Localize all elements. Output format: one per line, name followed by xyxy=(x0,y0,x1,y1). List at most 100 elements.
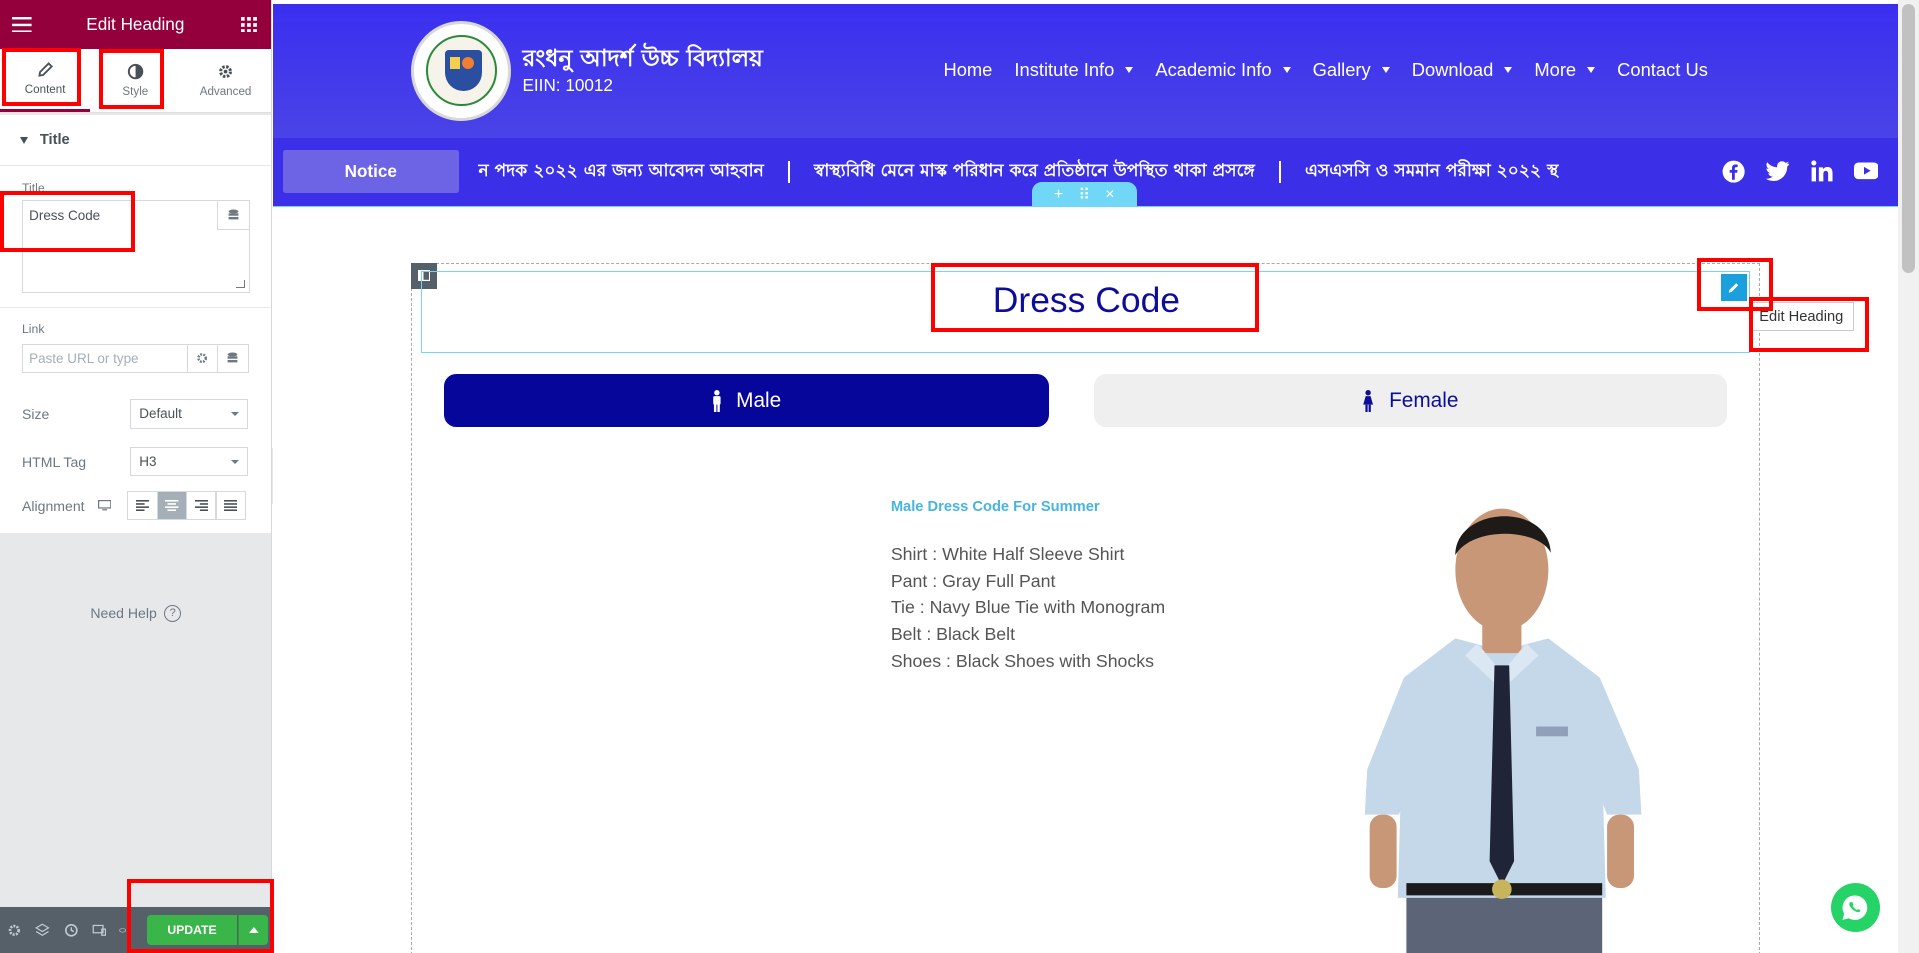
title-textarea[interactable]: Dress Code xyxy=(22,199,250,293)
section-title-label: Title xyxy=(39,132,70,149)
pencil-icon xyxy=(37,62,53,78)
link-row: Paste URL or type xyxy=(22,343,249,373)
scrollbar-thumb[interactable] xyxy=(1901,3,1916,273)
html-tag-select[interactable]: H3 xyxy=(129,447,249,477)
eiin-number: EIIN: 10012 xyxy=(522,74,613,95)
layers-icon[interactable] xyxy=(34,921,51,938)
desktop-responsive-icon[interactable] xyxy=(97,500,120,511)
panel-tabs: Content Style Advanced xyxy=(0,48,271,113)
nav-home[interactable]: Home xyxy=(943,59,992,81)
tab-male[interactable]: Male xyxy=(444,374,1049,427)
chevron-down-icon xyxy=(230,459,239,465)
editor-panel: Edit Heading Content Style Advanced Titl… xyxy=(0,0,272,953)
panel-title: Edit Heading xyxy=(86,13,185,34)
size-label: Size xyxy=(22,405,50,422)
size-select[interactable]: Default xyxy=(129,399,249,429)
update-button[interactable]: UPDATE xyxy=(146,915,238,945)
nav-download[interactable]: Download xyxy=(1412,59,1513,81)
drag-section-icon[interactable]: ⠿ xyxy=(1078,185,1090,205)
list-item: Shirt : White Half Sleeve Shirt xyxy=(890,543,1125,564)
dynamic-tags-icon[interactable] xyxy=(216,200,249,231)
size-select-value: Default xyxy=(139,406,182,422)
html-tag-row: HTML Tag H3 xyxy=(22,438,249,486)
tab-advanced[interactable]: Advanced xyxy=(180,49,270,112)
tab-male-label: Male xyxy=(736,388,782,412)
tab-content-label: Content xyxy=(24,83,66,97)
title-field-label: Title xyxy=(22,181,45,196)
nav-label: Download xyxy=(1411,58,1494,80)
align-justify-icon[interactable] xyxy=(215,491,246,521)
dress-code-subtitle: Male Dress Code For Summer xyxy=(890,499,1100,516)
tab-style[interactable]: Style xyxy=(90,49,180,112)
tab-female-label: Female xyxy=(1389,388,1459,412)
ticker-item[interactable]: স্বাস্থ্যবিধি মেনে মাস্ক পরিধান করে প্রত… xyxy=(814,158,1255,186)
update-options-caret-icon[interactable] xyxy=(238,915,268,945)
notice-button[interactable]: Notice xyxy=(282,150,459,194)
chevron-down-icon xyxy=(1125,66,1134,73)
site-preview: রংধনু আদর্শ উচ্চ বিদ্যালয় EIIN: 10012 H… xyxy=(272,3,1898,953)
list-item: Shoes : Black Shoes with Shocks xyxy=(890,651,1155,672)
hamburger-menu-icon[interactable] xyxy=(0,0,44,49)
list-item: Belt : Black Belt xyxy=(890,624,1016,645)
tab-female[interactable]: Female xyxy=(1093,374,1727,427)
school-name[interactable]: রংধনু আদর্শ উচ্চ বিদ্যালয় xyxy=(523,40,763,79)
tab-advanced-label: Advanced xyxy=(199,84,252,98)
panel-header: Edit Heading xyxy=(0,0,271,49)
settings-gear-icon[interactable] xyxy=(6,921,23,938)
nav-institute-info[interactable]: Institute Info xyxy=(1014,58,1134,81)
whatsapp-chat-icon[interactable] xyxy=(1830,883,1880,933)
align-right-icon[interactable] xyxy=(185,491,217,521)
edit-heading-pencil-icon[interactable] xyxy=(1720,273,1748,301)
panel-footer: UPDATE xyxy=(0,906,272,953)
nav-label: More xyxy=(1534,58,1577,80)
responsive-mode-icon[interactable] xyxy=(90,921,107,938)
section-toggle-title[interactable]: Title xyxy=(0,115,271,167)
link-input[interactable]: Paste URL or type xyxy=(22,343,188,373)
nav-label: Academic Info xyxy=(1155,58,1272,80)
logo-emblem xyxy=(425,35,497,107)
page-heading[interactable]: Dress Code xyxy=(422,272,1751,321)
delete-section-icon[interactable]: × xyxy=(1105,186,1114,204)
align-left-icon[interactable] xyxy=(127,491,158,521)
chevron-down-icon xyxy=(1282,66,1291,73)
html-tag-select-value: H3 xyxy=(139,454,157,470)
page-scrollbar[interactable] xyxy=(1897,0,1919,953)
page-content: Dress Code Edit Heading Male Female Male… xyxy=(272,205,1898,953)
ticker-item[interactable]: ন পদক ২০২২ এর জন্য আবেদন আহবান xyxy=(478,158,763,186)
nav-more[interactable]: More xyxy=(1534,58,1596,81)
align-center-icon[interactable] xyxy=(156,491,188,521)
history-icon[interactable] xyxy=(62,921,79,938)
nav-label: Home xyxy=(943,58,993,80)
heading-widget[interactable]: Dress Code xyxy=(420,271,1751,354)
half-circle-icon xyxy=(127,63,144,80)
nav-gallery[interactable]: Gallery xyxy=(1313,59,1390,81)
preview-eye-icon[interactable] xyxy=(118,921,126,938)
list-item: Pant : Gray Full Pant xyxy=(890,570,1056,591)
nav-label: Institute Info xyxy=(1014,58,1115,80)
nav-academic-info[interactable]: Academic Info xyxy=(1155,58,1291,81)
resize-grip-icon[interactable] xyxy=(236,279,245,289)
link-dynamic-tags-icon[interactable] xyxy=(218,343,249,373)
youtube-icon[interactable] xyxy=(1853,159,1879,183)
tab-content[interactable]: Content xyxy=(0,49,91,112)
chevron-down-icon xyxy=(1381,66,1390,73)
linkedin-icon[interactable] xyxy=(1810,159,1834,183)
female-icon xyxy=(1363,389,1374,412)
section-handle[interactable]: + ⠿ × xyxy=(1031,182,1137,207)
list-item: Tie : Navy Blue Tie with Monogram xyxy=(890,597,1166,618)
social-links xyxy=(1722,159,1879,183)
html-tag-label: HTML Tag xyxy=(22,453,87,470)
nav-contact-us[interactable]: Contact Us xyxy=(1617,59,1708,81)
widgets-grid-icon[interactable] xyxy=(227,0,271,49)
alignment-row: Alignment xyxy=(22,486,249,534)
size-row: Size Default xyxy=(22,390,249,438)
facebook-icon[interactable] xyxy=(1722,159,1746,183)
add-section-icon[interactable]: + xyxy=(1054,186,1063,204)
school-logo[interactable] xyxy=(411,20,512,122)
ticker-item[interactable]: এসএসসি ও সমমান পরীক্ষা ২০২২ স্থ xyxy=(1305,158,1558,186)
link-field-label: Link xyxy=(22,322,45,337)
link-options-gear-icon[interactable] xyxy=(187,343,219,373)
need-help-link[interactable]: Need Help ? xyxy=(0,604,272,622)
twitter-icon[interactable] xyxy=(1765,159,1790,183)
male-icon xyxy=(712,389,721,412)
